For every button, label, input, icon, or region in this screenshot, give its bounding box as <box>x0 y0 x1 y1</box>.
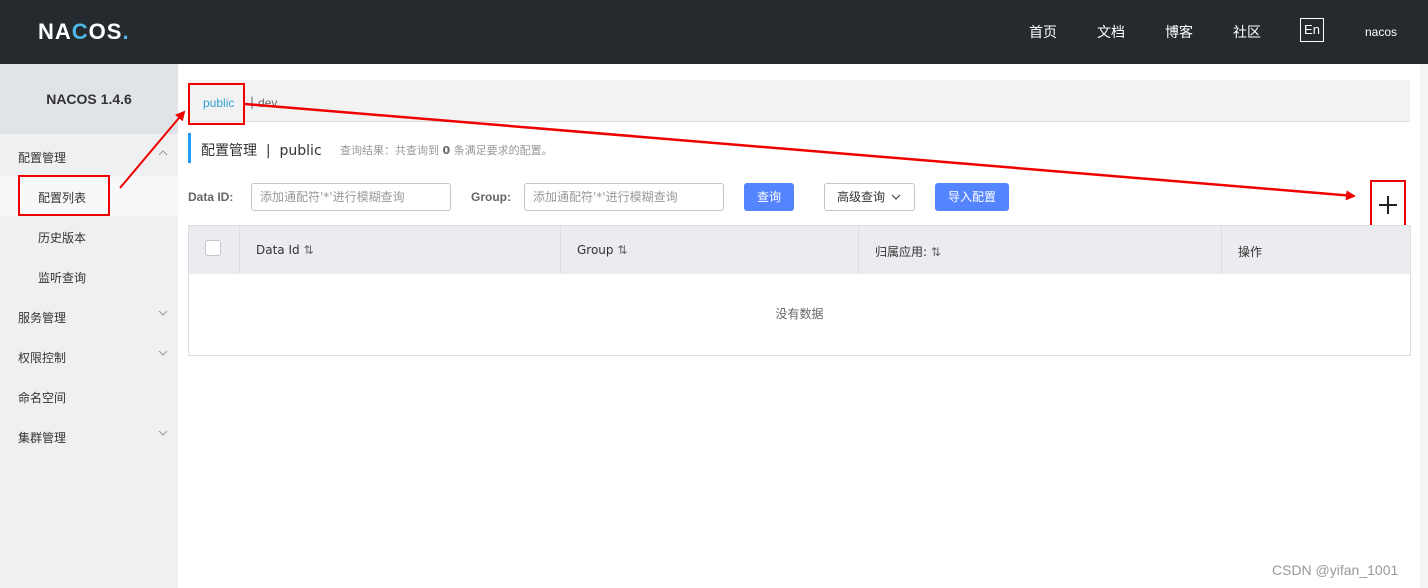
sidebar-item-history[interactable]: 历史版本 <box>0 216 178 256</box>
column-header-group[interactable]: Group ⇅ <box>560 226 858 274</box>
sidebar-item-label: 服务管理 <box>18 311 67 325</box>
column-label: Data Id <box>256 243 300 257</box>
chevron-down-icon <box>158 430 168 436</box>
import-config-button[interactable]: 导入配置 <box>935 183 1009 211</box>
query-button[interactable]: 查询 <box>744 183 794 211</box>
watermark: CSDN @yifan_1001 <box>1272 562 1399 578</box>
chevron-down-icon <box>158 310 168 316</box>
sort-icon[interactable]: ⇅ <box>617 243 627 257</box>
nacos-logo[interactable]: NACOS. <box>38 19 130 45</box>
nav-docs[interactable]: 文档 <box>1097 22 1125 42</box>
advanced-query-button[interactable]: 高级查询 <box>824 183 915 211</box>
query-result-info: 查询结果：共查询到 0 条满足要求的配置。 <box>340 142 553 158</box>
language-switch-button[interactable]: En <box>1300 18 1324 42</box>
highlight-box-config-list <box>18 175 110 216</box>
advanced-query-label: 高级查询 <box>837 190 886 204</box>
dataid-label: Data ID: <box>188 190 234 204</box>
sidebar-item-label: 监听查询 <box>38 271 87 285</box>
query-result-count: 0 <box>442 144 451 157</box>
sidebar-item-label: 配置管理 <box>18 151 67 165</box>
page-title: 配置管理 | public <box>201 143 322 159</box>
nav-community[interactable]: 社区 <box>1233 22 1261 42</box>
table-header: Data Id ⇅ Group ⇅ 归属应用: ⇅ 操作 <box>189 226 1410 274</box>
sidebar-item-cluster-management[interactable]: 集群管理 <box>0 416 178 456</box>
sidebar-item-label: 历史版本 <box>38 231 87 245</box>
top-navbar: NACOS. 首页 文档 博客 社区 En nacos <box>0 0 1428 64</box>
nav-blog[interactable]: 博客 <box>1165 22 1193 42</box>
namespace-separator: | <box>250 95 255 109</box>
plus-icon <box>1379 196 1397 214</box>
namespace-bar: public | dev <box>188 80 1410 122</box>
sidebar: NACOS 1.4.6 配置管理 配置列表 历史版本 监听查询 服务管理 权限控… <box>0 64 178 588</box>
sidebar-item-label: 集群管理 <box>18 431 67 445</box>
logo-text-2: C <box>71 19 89 44</box>
group-label: Group: <box>471 190 511 204</box>
sidebar-item-listener-query[interactable]: 监听查询 <box>0 256 178 296</box>
column-label: 操作 <box>1238 245 1263 259</box>
nav-home[interactable]: 首页 <box>1029 22 1057 42</box>
sidebar-item-label: 命名空间 <box>18 391 67 405</box>
query-result-prefix: 查询结果：共查询到 <box>340 144 439 157</box>
column-header-app[interactable]: 归属应用: ⇅ <box>858 226 1221 274</box>
sort-icon[interactable]: ⇅ <box>931 245 941 259</box>
select-all-cell <box>189 226 239 274</box>
sidebar-item-config-management[interactable]: 配置管理 <box>0 136 178 176</box>
select-all-checkbox[interactable] <box>205 240 221 256</box>
logo-text-1: NA <box>38 19 72 44</box>
sidebar-item-namespace[interactable]: 命名空间 <box>0 376 178 416</box>
user-name[interactable]: nacos <box>1365 25 1397 39</box>
sidebar-item-access-control[interactable]: 权限控制 <box>0 336 178 376</box>
config-table: Data Id ⇅ Group ⇅ 归属应用: ⇅ 操作 没有数据 <box>188 225 1411 356</box>
sidebar-item-service-management[interactable]: 服务管理 <box>0 296 178 336</box>
page-title-bar: 配置管理 | public <box>188 133 322 163</box>
query-result-suffix: 条满足要求的配置。 <box>453 144 553 157</box>
column-label: Group <box>577 243 614 257</box>
chevron-up-icon <box>158 150 168 156</box>
version-title: NACOS 1.4.6 <box>0 64 178 134</box>
column-header-dataid[interactable]: Data Id ⇅ <box>239 226 560 274</box>
sort-icon[interactable]: ⇅ <box>303 243 313 257</box>
dataid-search-input[interactable]: 添加通配符'*'进行模糊查询 <box>251 183 451 211</box>
logo-text-3: OS <box>88 19 123 44</box>
chevron-down-icon <box>891 194 901 200</box>
group-search-input[interactable]: 添加通配符'*'进行模糊查询 <box>524 183 724 211</box>
sidebar-item-label: 权限控制 <box>18 351 67 365</box>
logo-dot: . <box>122 19 130 44</box>
empty-table-text: 没有数据 <box>775 307 824 321</box>
column-header-actions: 操作 <box>1221 226 1410 274</box>
column-label: 归属应用: <box>875 245 928 259</box>
namespace-dev-link[interactable]: dev <box>258 96 277 110</box>
scrollbar[interactable] <box>1420 64 1428 588</box>
add-config-button[interactable] <box>1370 180 1406 230</box>
chevron-down-icon <box>158 350 168 356</box>
highlight-box-namespace <box>188 83 245 125</box>
